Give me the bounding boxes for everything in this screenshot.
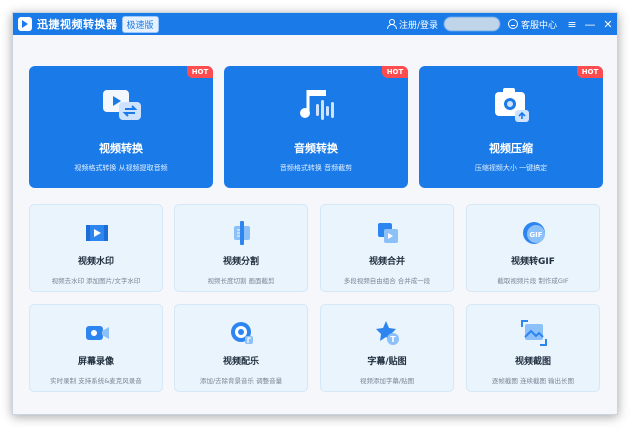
- feature-title: 音频转换: [294, 142, 338, 155]
- split-icon: [234, 221, 250, 245]
- tool-subtitle: 逐帧截图 连续截图 输出长图: [491, 377, 575, 385]
- hot-badge: HOT: [577, 66, 603, 78]
- tool-card-screen-record[interactable]: 屏幕录像 实时录制 支持系统&麦克风录音: [29, 304, 163, 392]
- feature-subtitle: 视频格式转换 从视频提取音频: [74, 164, 168, 172]
- menu-button[interactable]: ≡: [563, 18, 581, 31]
- merge-icon: [378, 223, 398, 243]
- hot-badge: HOT: [187, 66, 213, 78]
- tool-title: 字幕/贴图: [367, 357, 407, 367]
- tool-card-music[interactable]: 视频配乐 添加/去除背景音乐 调整音量: [174, 304, 308, 392]
- subtitle-sticker-icon: T: [376, 321, 399, 345]
- screen-record-icon: [86, 326, 109, 340]
- edition-badge: 极速版: [121, 15, 159, 33]
- tool-title: 屏幕录像: [77, 357, 114, 367]
- svg-text:GIF: GIF: [529, 231, 542, 239]
- tool-title: 视频配乐: [222, 357, 259, 367]
- username-redacted: [443, 17, 500, 31]
- feature-subtitle: 压缩视频大小 一键搞定: [474, 164, 548, 172]
- customer-service-icon[interactable]: [507, 19, 518, 29]
- tool-card-merge[interactable]: 视频合并 多段视频自由组合 合并成一段: [320, 204, 454, 292]
- feature-title: 视频转换: [99, 142, 143, 155]
- feature-subtitle: 音频格式转换 音频截剪: [279, 164, 353, 172]
- tool-title: 视频水印: [77, 257, 114, 267]
- tool-title: 视频截图: [514, 357, 551, 367]
- video-convert-icon: [103, 90, 141, 120]
- customer-service-link[interactable]: 客服中心: [521, 18, 557, 31]
- tool-card-subtitle-sticker[interactable]: T 字幕/贴图 视频添加字幕/贴图: [320, 304, 454, 392]
- feature-card-video-convert[interactable]: HOT 视频转换 视频格式转换 从视频提取音频: [29, 66, 213, 188]
- video-compress-icon: [495, 88, 529, 122]
- title-bar[interactable]: 迅捷视频转换器 极速版 注册/登录 客服中心 ≡ — ✕: [13, 13, 617, 35]
- tool-subtitle: 视频去水印 添加图片/文字水印: [51, 277, 141, 285]
- login-link[interactable]: 注册/登录: [399, 18, 438, 31]
- audio-convert-icon: [300, 90, 334, 120]
- tool-card-split[interactable]: 视频分割 视频长度切割 画面截剪: [174, 204, 308, 292]
- music-icon: [231, 322, 253, 344]
- tool-title: 视频合并: [368, 257, 405, 267]
- tool-card-watermark[interactable]: 视频水印 视频去水印 添加图片/文字水印: [29, 204, 163, 292]
- svg-text:T: T: [390, 335, 396, 344]
- tool-title: 视频转GIF: [511, 257, 555, 267]
- main-content: HOT 视频转换 视频格式转换 从视频提取音频 HOT 音频转换 音频格式转换 …: [13, 35, 617, 414]
- tool-card-gif[interactable]: GIF 视频转GIF 截取视频片段 制作成GIF: [466, 204, 600, 292]
- app-logo-icon: [18, 17, 32, 31]
- gif-icon: GIF: [523, 222, 545, 244]
- tool-subtitle: 视频长度切割 画面截剪: [207, 277, 275, 285]
- minimize-button[interactable]: —: [581, 18, 599, 31]
- tool-title: 视频分割: [222, 257, 259, 267]
- tool-subtitle: 实时录制 支持系统&麦克风录音: [50, 377, 142, 385]
- tool-subtitle: 视频添加字幕/贴图: [359, 377, 415, 385]
- feature-card-video-compress[interactable]: HOT 视频压缩 压缩视频大小 一键搞定: [419, 66, 603, 188]
- app-title: 迅捷视频转换器: [37, 18, 118, 31]
- feature-card-audio-convert[interactable]: HOT 音频转换 音频格式转换 音频截剪: [224, 66, 408, 188]
- tool-card-screenshot[interactable]: 视频截图 逐帧截图 连续截图 输出长图: [466, 304, 600, 392]
- user-icon[interactable]: [386, 19, 397, 29]
- tool-subtitle: 添加/去除背景音乐 调整音量: [199, 377, 283, 385]
- feature-title: 视频压缩: [489, 142, 533, 155]
- watermark-icon: [86, 225, 108, 241]
- close-button[interactable]: ✕: [599, 18, 617, 31]
- hot-badge: HOT: [382, 66, 408, 78]
- tool-subtitle: 截取视频片段 制作成GIF: [497, 277, 569, 285]
- screenshot-icon: [521, 320, 547, 346]
- tool-subtitle: 多段视频自由组合 合并成一段: [343, 277, 431, 285]
- app-window: 迅捷视频转换器 极速版 注册/登录 客服中心 ≡ — ✕ HOT 视频转换 视频…: [12, 12, 618, 415]
